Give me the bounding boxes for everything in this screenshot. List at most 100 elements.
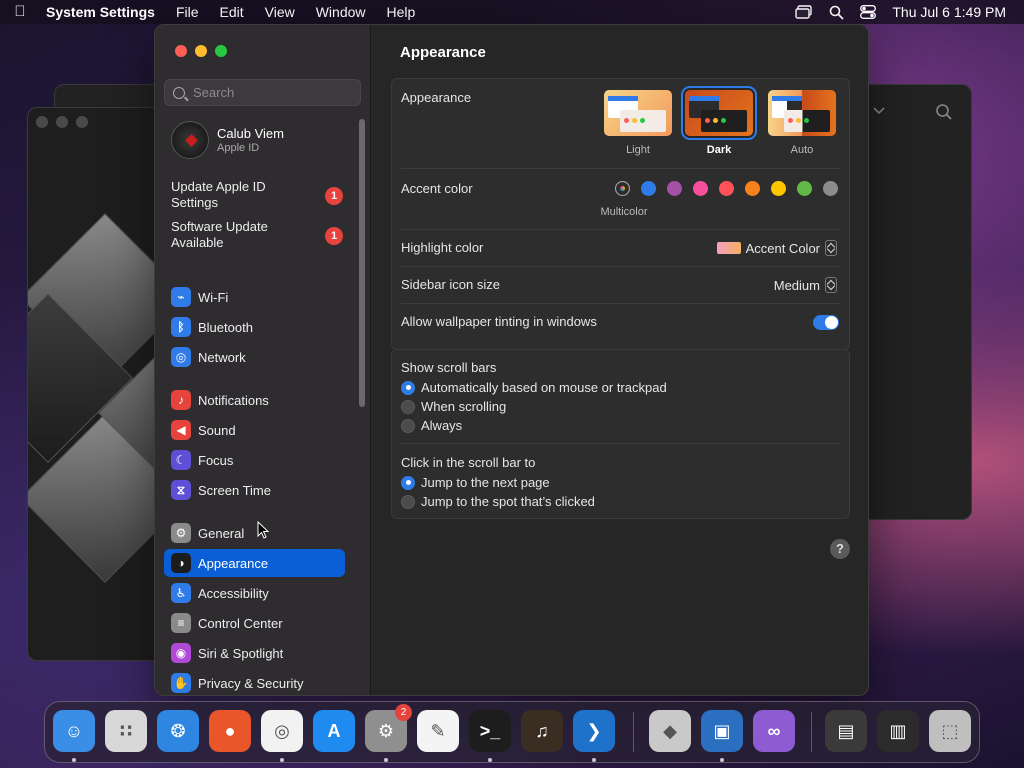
menu-view[interactable]: View: [265, 4, 295, 20]
scroll-bars-option-automatic[interactable]: Automatically based on mouse or trackpad: [401, 380, 667, 395]
account-subtitle: Apple ID: [217, 142, 260, 154]
divider: [401, 229, 840, 230]
textedit-icon[interactable]: ✎: [417, 710, 459, 752]
safari-icon[interactable]: ❂: [157, 710, 199, 752]
sidebar-item-label: Sound: [198, 422, 236, 438]
zoom-button[interactable]: [215, 45, 227, 57]
appearance-option-dark[interactable]: [685, 90, 753, 136]
hourglass-icon: ⧖: [171, 480, 191, 500]
menu-file[interactable]: File: [176, 4, 199, 20]
launchpad-icon[interactable]: ∷: [105, 710, 147, 752]
sidebar-item-siri-spotlight[interactable]: ◉ Siri & Spotlight: [164, 639, 345, 667]
appearance-option-label-light: Light: [626, 144, 650, 156]
garageband-icon[interactable]: ♫: [521, 710, 563, 752]
sidebar-item-bluetooth[interactable]: ᛒ Bluetooth: [164, 313, 345, 341]
sidebar-item-sound[interactable]: ◀ Sound: [164, 416, 345, 444]
accent-color-swatch[interactable]: [797, 181, 812, 196]
sidebar-icon-size-popup[interactable]: Medium: [774, 277, 837, 293]
notice-label: Software Update Available: [171, 219, 268, 250]
menu-window[interactable]: Window: [316, 4, 366, 20]
control-center-icon[interactable]: [860, 5, 877, 19]
spotlight-search-icon[interactable]: [829, 5, 845, 20]
click-scroll-option-clicked-spot[interactable]: Jump to the spot that’s clicked: [401, 494, 595, 509]
sidebar-item-label: Control Center: [198, 615, 283, 631]
accent-color-swatch[interactable]: [667, 181, 682, 196]
radio-button: [401, 494, 415, 509]
appearance-label: Appearance: [401, 90, 472, 105]
radio-label: Jump to the next page: [421, 475, 550, 490]
running-indicator: [280, 758, 284, 762]
accent-color-label: Accent color: [401, 181, 473, 196]
sidebar-item-label: Bluetooth: [198, 319, 253, 335]
dock-notification-badge: 2: [395, 704, 412, 721]
appearance-option-label-dark: Dark: [706, 144, 732, 156]
notice-update-apple-id[interactable]: Update Apple ID Settings 1: [171, 179, 351, 211]
stack-screens-icon[interactable]: ▥: [877, 710, 919, 752]
notification-badge: 1: [325, 187, 343, 205]
sidebar-item-screen-time[interactable]: ⧖ Screen Time: [164, 476, 345, 504]
sidebar-icon-size-label: Sidebar icon size: [401, 277, 500, 292]
window-zoom-button[interactable]: [76, 116, 88, 128]
firefox-icon[interactable]: ●: [209, 710, 251, 752]
sidebar-item-label: General: [198, 525, 245, 541]
close-button[interactable]: [175, 45, 187, 57]
sidebar-item-label: Accessibility: [198, 585, 269, 601]
minimize-button[interactable]: [195, 45, 207, 57]
radio-button: [401, 475, 415, 490]
sidebar-item-control-center[interactable]: ≡ Control Center: [164, 609, 345, 637]
sidebar-item-general[interactable]: ⚙ General: [164, 519, 345, 547]
visual-studio-icon[interactable]: ∞: [753, 710, 795, 752]
screen-mirroring-icon[interactable]: [795, 5, 813, 19]
sidebar-item-network[interactable]: ◎ Network: [164, 343, 345, 371]
app-store-icon[interactable]: A: [313, 710, 355, 752]
appearance-option-light[interactable]: [604, 90, 672, 136]
sidebar-item-wi-fi[interactable]: ⌁ Wi-Fi: [164, 283, 345, 311]
window-minimize-button[interactable]: [56, 116, 68, 128]
accent-color-multicolor[interactable]: [615, 181, 630, 196]
sidebar-item-privacy-security[interactable]: ✋ Privacy & Security: [164, 669, 345, 695]
sidebar-item-label: Screen Time: [198, 482, 271, 498]
scroll-bar-settings-group: Show scroll bars Automatically based on …: [391, 349, 850, 519]
notice-software-update[interactable]: Software Update Available 1: [171, 219, 351, 251]
sidebar-item-accessibility[interactable]: ♿ Accessibility: [164, 579, 345, 607]
sidebar-item-notifications[interactable]: ♪ Notifications: [164, 386, 345, 414]
sidebar-scrollbar[interactable]: [359, 119, 365, 407]
chrome-icon[interactable]: ◎: [261, 710, 303, 752]
sidebar-item-label: Siri & Spotlight: [198, 645, 284, 661]
scroll-bars-option-always[interactable]: Always: [401, 418, 462, 433]
accent-color-swatch[interactable]: [823, 181, 838, 196]
highlight-color-popup[interactable]: Accent Color: [716, 240, 837, 256]
wallpaper-tinting-toggle[interactable]: [813, 315, 839, 330]
bluetooth-icon: ᛒ: [171, 317, 191, 337]
accent-color-swatch[interactable]: [745, 181, 760, 196]
sidebar-item-focus[interactable]: ☾ Focus: [164, 446, 345, 474]
click-scroll-option-next-page[interactable]: Jump to the next page: [401, 475, 550, 490]
apple-menu-icon[interactable]: : [12, 4, 28, 20]
terminal-icon[interactable]: >_: [469, 710, 511, 752]
menu-edit[interactable]: Edit: [220, 4, 244, 20]
appearance-option-auto[interactable]: [768, 90, 836, 136]
trash-icon[interactable]: ⬚: [929, 710, 971, 752]
accent-color-swatch[interactable]: [641, 181, 656, 196]
window-close-button[interactable]: [36, 116, 48, 128]
accent-color-swatch[interactable]: [771, 181, 786, 196]
remote-desktop-icon[interactable]: ▣: [701, 710, 743, 752]
sidebar-icon-size-value: Medium: [773, 277, 820, 293]
menu-help[interactable]: Help: [387, 4, 416, 20]
bell-icon: ♪: [171, 390, 191, 410]
accent-color-swatch[interactable]: [719, 181, 734, 196]
sidebar-search-field[interactable]: Search: [164, 79, 361, 106]
finder-icon[interactable]: ☺: [53, 710, 95, 752]
boot-camp-icon[interactable]: ◆: [649, 710, 691, 752]
sidebar-item-appearance[interactable]: ◑ Appearance: [164, 549, 345, 577]
accent-color-swatch[interactable]: [693, 181, 708, 196]
notification-badge: 1: [325, 227, 343, 245]
vscode-icon[interactable]: ❯: [573, 710, 615, 752]
divider: [401, 168, 840, 169]
menu-app-name[interactable]: System Settings: [46, 4, 155, 20]
apple-id-account[interactable]: Calub Viem Apple ID: [171, 121, 284, 159]
help-button[interactable]: ?: [830, 539, 850, 559]
stack-windows-icon[interactable]: ▤: [825, 710, 867, 752]
menu-bar-clock[interactable]: Thu Jul 6 1:49 PM: [892, 4, 1006, 20]
scroll-bars-option-when-scrolling[interactable]: When scrolling: [401, 399, 506, 414]
